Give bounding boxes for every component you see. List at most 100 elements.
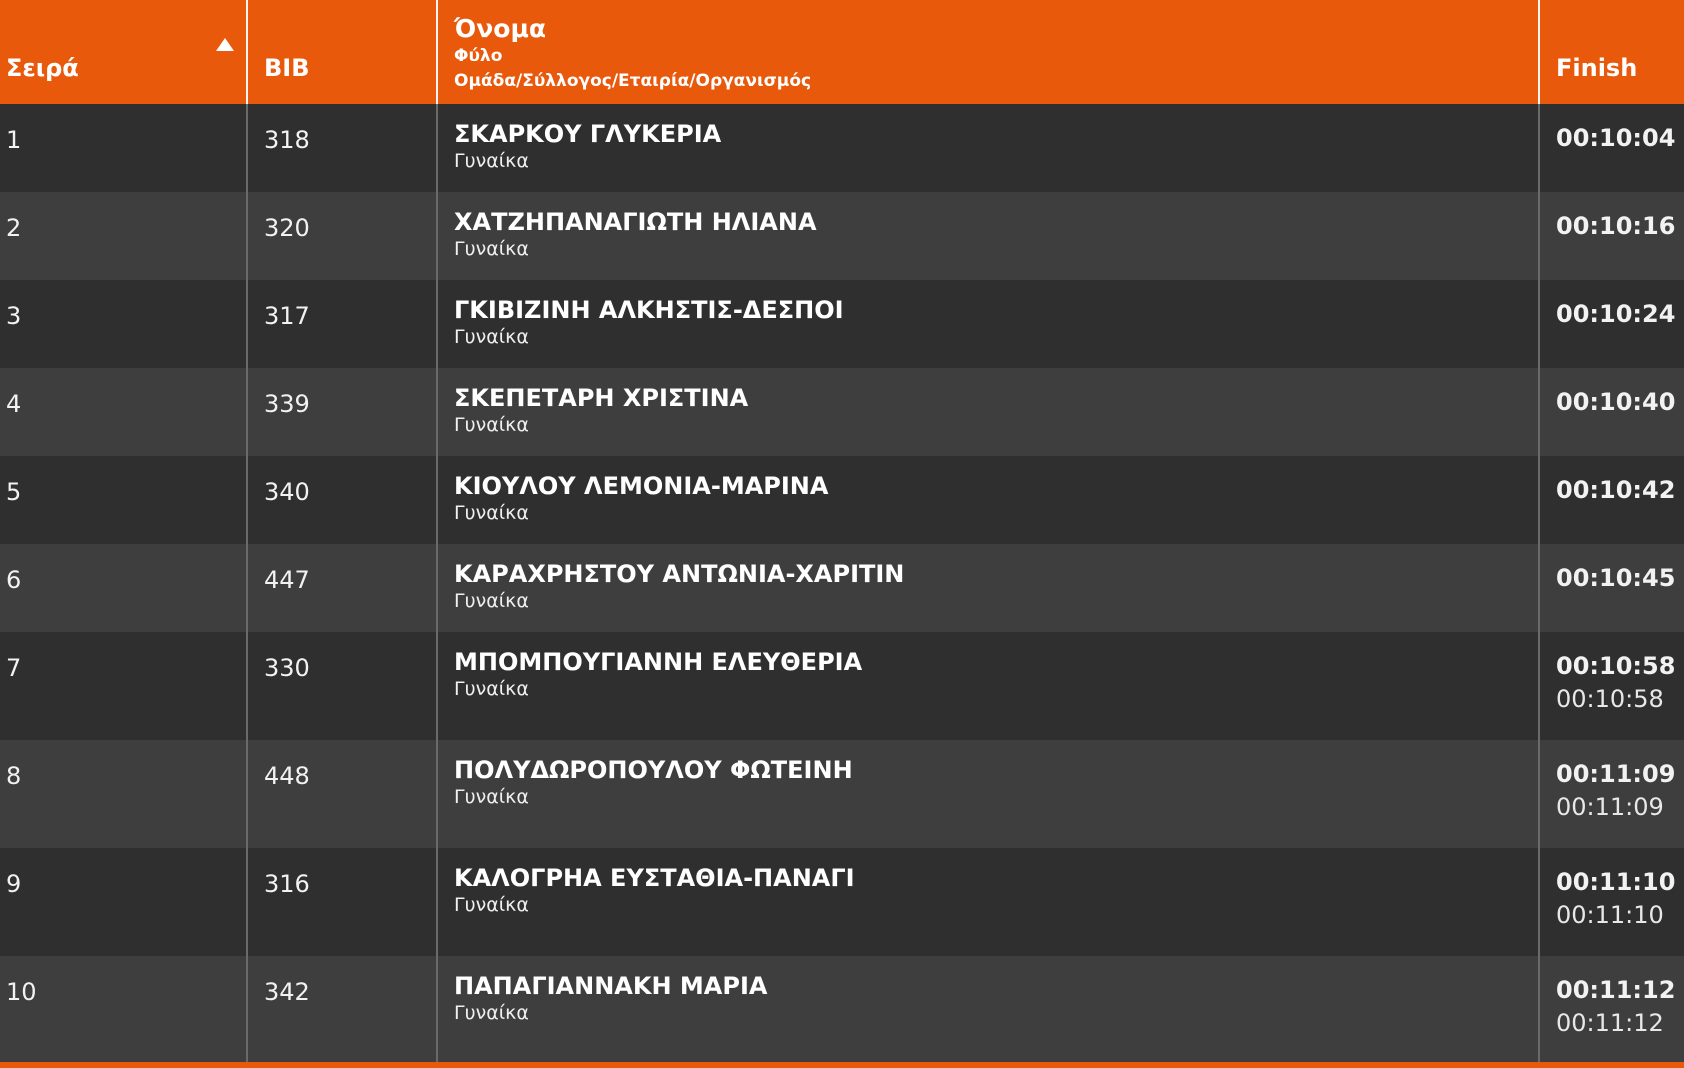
name-cell: ΓΚΙΒΙΖΙΝΗ ΑΛΚΗΣΤΙΣ-ΔΕΣΠΟΙ Γυναίκα — [437, 280, 1540, 368]
athlete-name[interactable]: ΜΠΟΜΠΟΥΓΙΑΝΝΗ ΕΛΕΥΘΕΡΙΑ — [454, 648, 1538, 676]
finish-time: 00:11:09 — [1556, 760, 1676, 788]
rank-cell: 9 — [0, 848, 248, 956]
bib-value: 316 — [264, 870, 310, 898]
finish-time: 00:10:16 — [1556, 212, 1676, 240]
bib-value: 447 — [264, 566, 310, 594]
rank-value: 9 — [6, 870, 22, 898]
bib-value: 339 — [264, 390, 310, 418]
rank-cell: 1 — [0, 104, 248, 192]
rank-value: 2 — [6, 214, 22, 242]
header-rank[interactable]: Σειρά — [0, 0, 248, 104]
finish-time-secondary: 00:11:10 — [1556, 901, 1664, 929]
rank-value: 3 — [6, 302, 22, 330]
rank-value: 1 — [6, 126, 22, 154]
bib-value: 342 — [264, 978, 310, 1006]
athlete-name[interactable]: ΣΚΑΡΚΟΥ ΓΛΥΚΕΡΙΑ — [454, 120, 1538, 148]
header-finish-label: Finish — [1556, 54, 1638, 82]
header-row: Σειρά BIB Όνομα Φύλο Ομάδα/Σύλλογος/Εται… — [0, 0, 1684, 104]
finish-cell: 00:11:10 00:11:10 — [1539, 848, 1684, 956]
table-row[interactable]: 9 316 ΚΑΛΟΓΡΗΑ ΕΥΣΤΑΘΙΑ-ΠΑΝΑΓΙ Γυναίκα 00:11… — [0, 848, 1684, 956]
finish-time-secondary: 00:11:12 — [1556, 1009, 1664, 1037]
rank-value: 7 — [6, 654, 22, 682]
rank-value: 4 — [6, 390, 22, 418]
table-row[interactable]: 4 339 ΣΚΕΠΕΤΑΡΗ ΧΡΙΣΤΙΝΑ Γυναίκα 00:10:40 — [0, 368, 1684, 456]
finish-time: 00:11:12 — [1556, 976, 1676, 1004]
bib-cell: 447 — [247, 544, 438, 632]
name-cell: ΣΚΕΠΕΤΑΡΗ ΧΡΙΣΤΙΝΑ Γυναίκα — [437, 368, 1540, 456]
rank-cell: 4 — [0, 368, 248, 456]
athlete-name[interactable]: ΓΚΙΒΙΖΙΝΗ ΑΛΚΗΣΤΙΣ-ΔΕΣΠΟΙ — [454, 296, 1538, 324]
table-row[interactable]: 2 320 ΧΑΤΖΗΠΑΝΑΓΙΩΤΗ ΗΛΙΑΝΑ Γυναίκα 00:10:16 — [0, 192, 1684, 280]
athlete-gender: Γυναίκα — [454, 894, 529, 916]
athlete-gender: Γυναίκα — [454, 590, 529, 612]
athlete-gender: Γυναίκα — [454, 1002, 529, 1024]
bib-value: 320 — [264, 214, 310, 242]
athlete-gender: Γυναίκα — [454, 678, 529, 700]
athlete-name[interactable]: ΣΚΕΠΕΤΑΡΗ ΧΡΙΣΤΙΝΑ — [454, 384, 1538, 412]
table-row[interactable]: 1 318 ΣΚΑΡΚΟΥ ΓΛΥΚΕΡΙΑ Γυναίκα 00:10:04 — [0, 104, 1684, 192]
finish-cell: 00:11:12 00:11:12 — [1539, 956, 1684, 1064]
athlete-gender: Γυναίκα — [454, 414, 529, 436]
athlete-gender: Γυναίκα — [454, 502, 529, 524]
finish-cell: 00:10:24 — [1539, 280, 1684, 368]
finish-cell: 00:10:42 — [1539, 456, 1684, 544]
finish-time: 00:10:24 — [1556, 300, 1676, 328]
finish-time-secondary: 00:11:09 — [1556, 793, 1664, 821]
header-team-label: Ομάδα/Σύλλογος/Εταιρία/Οργανισμός — [454, 71, 812, 91]
rank-cell: 5 — [0, 456, 248, 544]
rank-value: 5 — [6, 478, 22, 506]
athlete-gender: Γυναίκα — [454, 238, 529, 260]
bib-value: 317 — [264, 302, 310, 330]
table-row[interactable]: 3 317 ΓΚΙΒΙΖΙΝΗ ΑΛΚΗΣΤΙΣ-ΔΕΣΠΟΙ Γυναίκα 00:1… — [0, 280, 1684, 368]
finish-time: 00:10:04 — [1556, 124, 1676, 152]
finish-time-secondary: 00:10:58 — [1556, 685, 1664, 713]
athlete-name[interactable]: ΚΙΟΥΛΟΥ ΛΕΜΟΝΙΑ-ΜΑΡΙΝΑ — [454, 472, 1538, 500]
bib-cell: 317 — [247, 280, 438, 368]
table-row[interactable]: 10 342 ΠΑΠΑΓΙΑΝΝΑΚΗ ΜΑΡΙΑ Γυναίκα 00:11:12 00… — [0, 956, 1684, 1064]
header-rank-label: Σειρά — [6, 54, 79, 82]
athlete-name[interactable]: ΚΑΡΑΧΡΗΣΤΟΥ ΑΝΤΩΝΙΑ-ΧΑΡΙΤΙΝ — [454, 560, 1538, 588]
athlete-name[interactable]: ΧΑΤΖΗΠΑΝΑΓΙΩΤΗ ΗΛΙΑΝΑ — [454, 208, 1538, 236]
results-table: Σειρά BIB Όνομα Φύλο Ομάδα/Σύλλογος/Εται… — [0, 0, 1684, 1064]
table-row[interactable]: 6 447 ΚΑΡΑΧΡΗΣΤΟΥ ΑΝΤΩΝΙΑ-ΧΑΡΙΤΙΝ Γυναίκα 00… — [0, 544, 1684, 632]
bib-cell: 320 — [247, 192, 438, 280]
athlete-name[interactable]: ΠΑΠΑΓΙΑΝΝΑΚΗ ΜΑΡΙΑ — [454, 972, 1538, 1000]
athlete-gender: Γυναίκα — [454, 326, 529, 348]
name-cell: ΧΑΤΖΗΠΑΝΑΓΙΩΤΗ ΗΛΙΑΝΑ Γυναίκα — [437, 192, 1540, 280]
table-row[interactable]: 8 448 ΠΟΛΥΔΩΡΟΠΟΥΛΟΥ ΦΩΤΕΙΝΗ Γυναίκα 00:11:0… — [0, 740, 1684, 848]
header-finish[interactable]: Finish — [1539, 0, 1684, 104]
bib-value: 318 — [264, 126, 310, 154]
rank-cell: 3 — [0, 280, 248, 368]
finish-time: 00:10:42 — [1556, 476, 1676, 504]
finish-time: 00:10:45 — [1556, 564, 1676, 592]
rank-cell: 8 — [0, 740, 248, 848]
table-row[interactable]: 7 330 ΜΠΟΜΠΟΥΓΙΑΝΝΗ ΕΛΕΥΘΕΡΙΑ Γυναίκα 00:10:… — [0, 632, 1684, 740]
bib-cell: 330 — [247, 632, 438, 740]
finish-cell: 00:10:16 — [1539, 192, 1684, 280]
bib-cell: 316 — [247, 848, 438, 956]
rank-value: 8 — [6, 762, 22, 790]
rank-value: 10 — [6, 978, 37, 1006]
header-bib[interactable]: BIB — [247, 0, 438, 104]
results-page: Σειρά BIB Όνομα Φύλο Ομάδα/Σύλλογος/Εται… — [0, 0, 1684, 1068]
name-cell: ΠΟΛΥΔΩΡΟΠΟΥΛΟΥ ΦΩΤΕΙΝΗ Γυναίκα — [437, 740, 1540, 848]
header-gender-label: Φύλο — [454, 46, 503, 66]
sort-asc-icon[interactable] — [216, 38, 234, 51]
header-name-label: Όνομα — [454, 14, 547, 43]
table-row[interactable]: 5 340 ΚΙΟΥΛΟΥ ΛΕΜΟΝΙΑ-ΜΑΡΙΝΑ Γυναίκα 00:10:4… — [0, 456, 1684, 544]
bib-cell: 448 — [247, 740, 438, 848]
bib-value: 340 — [264, 478, 310, 506]
rank-cell: 2 — [0, 192, 248, 280]
bib-cell: 339 — [247, 368, 438, 456]
header-name[interactable]: Όνομα Φύλο Ομάδα/Σύλλογος/Εταιρία/Οργανι… — [437, 0, 1540, 104]
athlete-gender: Γυναίκα — [454, 150, 529, 172]
name-cell: ΚΑΛΟΓΡΗΑ ΕΥΣΤΑΘΙΑ-ΠΑΝΑΓΙ Γυναίκα — [437, 848, 1540, 956]
finish-cell: 00:10:40 — [1539, 368, 1684, 456]
finish-time: 00:11:10 — [1556, 868, 1676, 896]
bib-cell: 318 — [247, 104, 438, 192]
athlete-name[interactable]: ΚΑΛΟΓΡΗΑ ΕΥΣΤΑΘΙΑ-ΠΑΝΑΓΙ — [454, 864, 1538, 892]
rank-cell: 6 — [0, 544, 248, 632]
finish-cell: 00:11:09 00:11:09 — [1539, 740, 1684, 848]
athlete-name[interactable]: ΠΟΛΥΔΩΡΟΠΟΥΛΟΥ ΦΩΤΕΙΝΗ — [454, 756, 1538, 784]
rank-cell: 7 — [0, 632, 248, 740]
